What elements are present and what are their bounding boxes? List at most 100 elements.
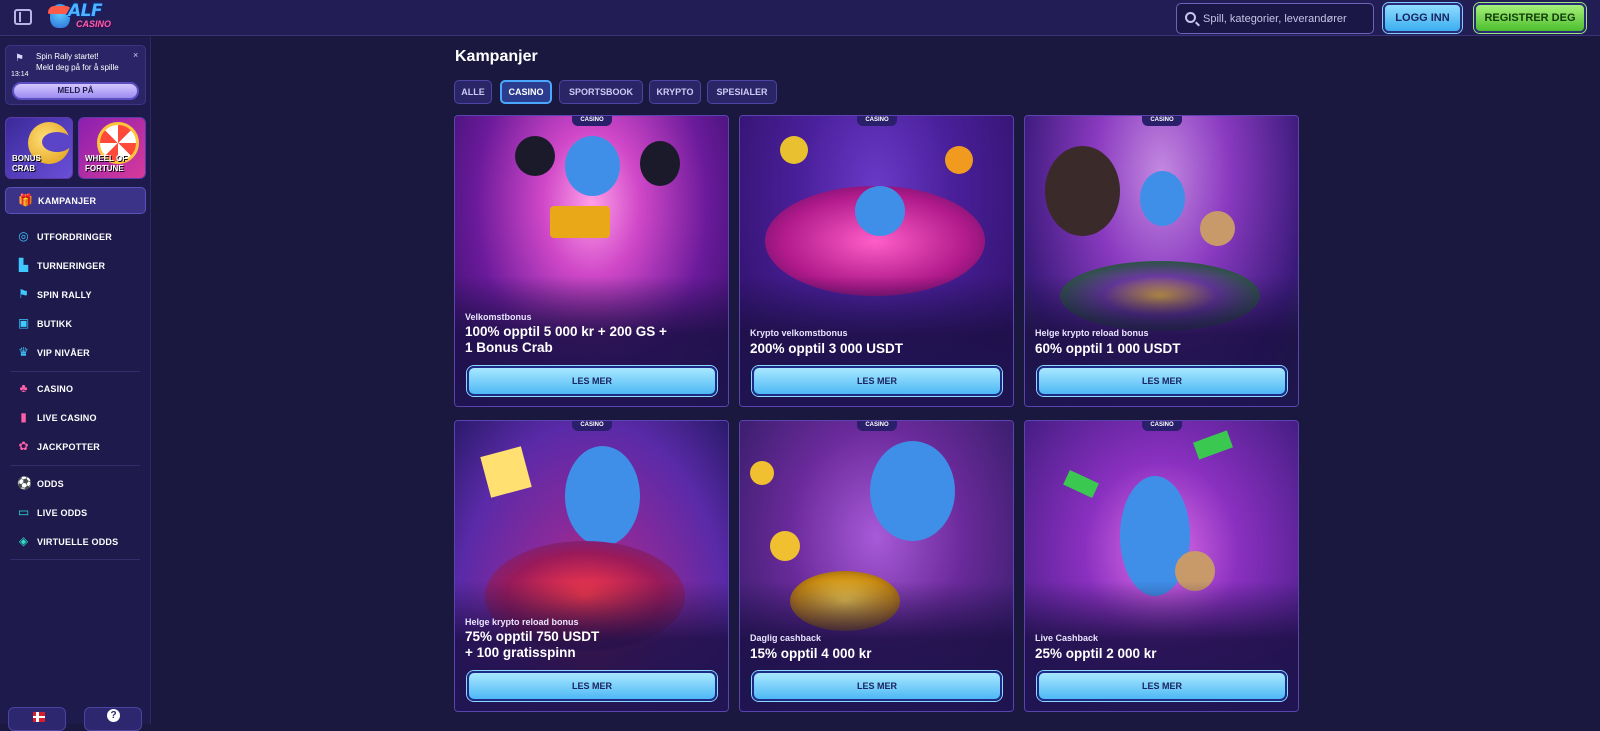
sidebar-item-butikk[interactable]: ▣ BUTIKK [5,312,146,336]
tile-label-line: WHEEL OF [85,154,128,163]
promo-card[interactable]: CASINO Live Cashback 25% opptil 2 000 kr… [1024,420,1299,712]
sidebar-item-live-casino[interactable]: ▮ LIVE CASINO [5,406,146,430]
sidebar-item-label: JACKPOTTER [37,442,101,452]
clover-icon: ✿ [18,439,29,453]
tether-coin-icon [780,136,808,164]
logo-subtext: CASINO [76,19,112,29]
football-icon: ⚽ [17,476,32,490]
notification-body: Meld deg på for å spille [36,63,119,72]
live-ticket-icon: ▭ [17,505,30,519]
sidebar-item-live-odds[interactable]: ▭ LIVE ODDS [5,501,146,525]
card-subtitle: Daglig cashback [750,633,822,643]
promo-card[interactable]: CASINO Helge krypto reload bonus 60% opp… [1024,115,1299,407]
gold-coin-icon [770,531,800,561]
close-icon[interactable]: × [133,50,138,60]
sidebar-toggle-icon[interactable] [14,9,32,25]
read-more-button[interactable]: LES MER [1037,671,1287,701]
sidebar-item-label: LIVE CASINO [37,413,97,423]
sidebar-item-virtuelle-odds[interactable]: ◈ VIRTUELLE ODDS [5,530,146,554]
alien-mascot-icon [48,4,72,28]
alien-figure [565,136,620,196]
read-more-button[interactable]: LES MER [467,366,717,396]
card-subtitle: Krypto velkomstbonus [750,328,848,338]
card-title-line: 60% opptil 1 000 USDT [1035,341,1181,356]
top-header: ALF CASINO Spill, kategorier, leverandør… [0,0,1600,36]
tab-alle[interactable]: ALLE [454,80,492,104]
search-placeholder: Spill, kategorier, leverandører [1203,13,1347,25]
read-more-button[interactable]: LES MER [467,671,717,701]
sidebar-item-vip[interactable]: ♛ VIP NIVÅER [5,341,146,365]
tab-casino[interactable]: CASINO [500,80,552,104]
notification-title: Spin Rally startet! [36,52,99,61]
bonus-crab-tile[interactable]: BONUS CRAB [5,117,73,179]
search-icon [1185,12,1196,23]
sidebar: ⚑ Spin Rally startet! Meld deg på for å … [0,37,151,731]
divider [10,465,140,466]
sidebar-item-casino[interactable]: ♣ CASINO [5,377,146,401]
alien-figure [870,441,955,541]
card-title-line: 75% opptil 750 USDT [465,629,600,644]
promo-card[interactable]: CASINO Krypto velkomstbonus 200% opptil … [739,115,1014,407]
tab-spesialer[interactable]: SPESIALER [707,80,777,104]
category-badge: CASINO [1142,421,1182,431]
card-title-line: 100% opptil 5 000 kr + 200 GS + [465,324,667,339]
flag-icon: ⚑ [18,287,29,301]
gold-coin-icon [750,461,774,485]
sidebar-item-spin-rally[interactable]: ⚑ SPIN RALLY [5,283,146,307]
sidebar-item-label: SPIN RALLY [37,290,92,300]
live-cards-icon: ▮ [20,410,27,424]
sidebar-item-odds[interactable]: ⚽ ODDS [5,472,146,496]
sidebar-item-label: BUTIKK [37,319,73,329]
sidebar-item-utfordringer[interactable]: ◎ UTFORDRINGER [5,225,146,249]
category-badge: CASINO [572,421,612,431]
read-more-button[interactable]: LES MER [752,366,1002,396]
flag-icon: ⚑ [15,53,24,64]
tab-sportsbook[interactable]: SPORTSBOOK [559,80,643,104]
promo-card[interactable]: CASINO Helge krypto reload bonus 75% opp… [454,420,729,712]
logo-text: ALF [68,1,103,21]
category-badge: CASINO [857,116,897,126]
sidebar-item-label: UTFORDRINGER [37,232,112,242]
card-title-line: 15% opptil 4 000 kr [750,646,872,661]
card-title-line: 25% opptil 2 000 kr [1035,646,1157,661]
category-badge: CASINO [1142,116,1182,126]
alf-casino-logo[interactable]: ALF CASINO [48,1,112,32]
register-button[interactable]: REGISTRER DEG [1474,3,1586,33]
card-title: 15% opptil 4 000 kr [750,646,1005,662]
tile-label-line: CRAB [12,164,36,173]
fri-sun-sign-icon [480,446,532,498]
bitcoin-coin-icon [945,146,973,174]
card-title-line: 1 Bonus Crab [465,340,553,355]
card-title: 75% opptil 750 USDT + 100 gratisspinn [465,629,720,661]
tab-krypto[interactable]: KRYPTO [649,80,701,104]
divider [10,371,140,372]
login-button[interactable]: LOGG INN [1383,3,1462,33]
tile-label: BONUS CRAB [12,154,41,174]
tile-label-line: FORTUNE [85,164,124,173]
search-input[interactable]: Spill, kategorier, leverandører [1176,3,1374,34]
promo-card[interactable]: CASINO Daglig cashback 15% opptil 4 000 … [739,420,1014,712]
join-button[interactable]: MELD PÅ [12,82,139,100]
sidebar-item-label: KAMPANJER [38,196,97,206]
sidebar-item-turneringer[interactable]: ▙ TURNERINGER [5,254,146,278]
sidebar-item-label: VIRTUELLE ODDS [37,537,119,547]
gamepad-icon: ◈ [18,534,29,548]
shop-bag-icon: ▣ [17,316,30,330]
agent-figure [515,136,555,176]
divider [10,559,140,560]
gift-icon: 🎁 [18,193,33,207]
card-subtitle: Helge krypto reload bonus [465,617,579,627]
card-title-line: + 100 gratisspinn [465,645,576,660]
help-icon: ? [107,709,120,722]
wheel-of-fortune-tile[interactable]: WHEEL OF FORTUNE [78,117,146,179]
language-selector[interactable] [8,707,66,731]
alien-figure [1140,171,1185,226]
help-button[interactable]: ? [84,707,142,731]
card-title-line: 200% opptil 3 000 USDT [750,341,904,356]
promo-card[interactable]: CASINO Velkomstbonus 100% opptil 5 000 k… [454,115,729,407]
read-more-button[interactable]: LES MER [752,671,1002,701]
card-subtitle: Live Cashback [1035,633,1099,643]
sidebar-item-jackpotter[interactable]: ✿ JACKPOTTER [5,435,146,459]
read-more-button[interactable]: LES MER [1037,366,1287,396]
sidebar-item-kampanjer[interactable]: 🎁 KAMPANJER [5,187,146,214]
